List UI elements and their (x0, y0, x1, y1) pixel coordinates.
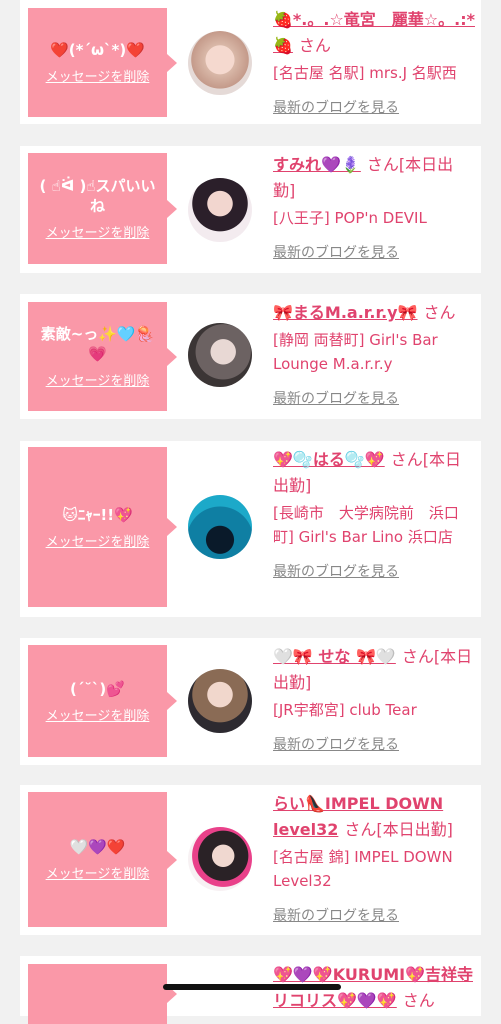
store-info: [八王子] POP'n DEVIL (273, 209, 427, 227)
message-text: ❤️(*´ω`*)❤️ (50, 41, 145, 59)
message-bubble: (ˊ˘ˋ)💕 メッセージを削除 (28, 645, 177, 757)
latest-blog-link[interactable]: 最新のブログを見る (273, 388, 399, 408)
delete-message-link[interactable]: メッセージを削除 (46, 863, 150, 882)
honorific-suffix: さん (423, 303, 456, 322)
message-card: (ˊ˘ˋ)💕 メッセージを削除 🤍🎀 せな 🎀🤍 さん[本日出勤] [JR宇都宮]… (20, 638, 481, 765)
card-info: 🍓*.。.☆竜宮 麗華☆。.:*🍓 さん [名古屋 名駅] mrs.J 名駅西 最… (273, 7, 475, 117)
latest-blog-link[interactable]: 最新のブログを見る (273, 734, 399, 754)
message-bubble: 🤍💜❤️ メッセージを削除 (28, 792, 177, 927)
honorific-suffix: さん (402, 991, 435, 1010)
message-text: 素敵~っ✨🩵🪼💗 (40, 325, 155, 363)
cast-name-link[interactable]: 🎀まるM.a.r.r.y🎀 (273, 303, 418, 322)
cast-name-link[interactable]: 🤍🎀 せな 🎀🤍 (273, 647, 396, 666)
message-bubble (28, 964, 177, 1024)
message-card: ❤️(*´ω`*)❤️ メッセージを削除 🍓*.。.☆竜宮 麗華☆。.:*🍓 さん… (20, 0, 481, 124)
store-info: [静岡 両替町] Girl's Bar Lounge M.a.r.r.y (273, 331, 438, 373)
avatar[interactable] (188, 827, 252, 891)
card-info: らい👠IMPEL DOWN level32 さん[本日出勤] [名古屋 錦] IM… (273, 791, 475, 925)
honorific-suffix: さん (298, 36, 331, 55)
cast-name-link[interactable]: すみれ💜🪻 (273, 155, 361, 174)
store-info: [長崎市 大学病院前 浜口町] Girl's Bar Lino 浜口店 (273, 504, 459, 546)
message-text: 🤍💜❤️ (69, 838, 126, 856)
delete-message-link[interactable]: メッセージを削除 (46, 531, 150, 550)
message-bubble: 🐱ﾆｬｰ!!💖 メッセージを削除 (28, 447, 177, 607)
message-card: ( ☝︎ᐛ )☝︎スパいいね メッセージを削除 すみれ💜🪻 さん[本日出勤] [八… (20, 146, 481, 273)
avatar[interactable] (188, 31, 252, 95)
message-bubble: ❤️(*´ω`*)❤️ メッセージを削除 (28, 8, 177, 117)
message-bubble: ( ☝︎ᐛ )☝︎スパいいね メッセージを削除 (28, 153, 177, 264)
store-info: [JR宇都宮] club Tear (273, 701, 417, 719)
message-card: 素敵~っ✨🩵🪼💗 メッセージを削除 🎀まるM.a.r.r.y🎀 さん [静岡 両替… (20, 294, 481, 419)
message-bubble: 素敵~っ✨🩵🪼💗 メッセージを削除 (28, 302, 177, 411)
avatar[interactable] (188, 178, 252, 242)
message-card: 🐱ﾆｬｰ!!💖 メッセージを削除 💖🫧はる🫧💖 さん[本日出勤] [長崎市 大学病… (20, 441, 481, 617)
message-text: (ˊ˘ˋ)💕 (70, 679, 125, 698)
delete-message-link[interactable]: メッセージを削除 (46, 705, 150, 724)
avatar[interactable] (188, 495, 252, 559)
store-info: [名古屋 名駅] mrs.J 名駅西 (273, 64, 457, 82)
card-info: 🎀まるM.a.r.r.y🎀 さん [静岡 両替町] Girl's Bar Loun… (273, 300, 475, 408)
delete-message-link[interactable]: メッセージを削除 (46, 66, 150, 85)
store-info: [名古屋 錦] IMPEL DOWN Level32 (273, 848, 453, 890)
delete-message-link[interactable]: メッセージを削除 (46, 370, 150, 389)
cast-name-link[interactable]: 💖🫧はる🫧💖 (273, 450, 385, 469)
avatar[interactable] (188, 323, 252, 387)
card-info: 💖🫧はる🫧💖 さん[本日出勤] [長崎市 大学病院前 浜口町] Girl's Ba… (273, 447, 475, 581)
avatar[interactable] (188, 669, 252, 733)
card-info: 🤍🎀 せな 🎀🤍 さん[本日出勤] [JR宇都宮] club Tear 最新のブロ… (273, 644, 475, 754)
latest-blog-link[interactable]: 最新のブログを見る (273, 905, 399, 925)
latest-blog-link[interactable]: 最新のブログを見る (273, 97, 399, 117)
card-info: すみれ💜🪻 さん[本日出勤] [八王子] POP'n DEVIL 最新のブログを見… (273, 152, 475, 262)
home-indicator[interactable] (163, 984, 341, 990)
delete-message-link[interactable]: メッセージを削除 (46, 222, 150, 241)
message-card: 🤍💜❤️ メッセージを削除 らい👠IMPEL DOWN level32 さん[本日… (20, 785, 481, 935)
message-text: 🐱ﾆｬｰ!!💖 (62, 505, 133, 524)
honorific-suffix: さん[本日出勤] (344, 820, 453, 839)
latest-blog-link[interactable]: 最新のブログを見る (273, 561, 399, 581)
latest-blog-link[interactable]: 最新のブログを見る (273, 242, 399, 262)
message-text: ( ☝︎ᐛ )☝︎スパいいね (39, 177, 156, 215)
